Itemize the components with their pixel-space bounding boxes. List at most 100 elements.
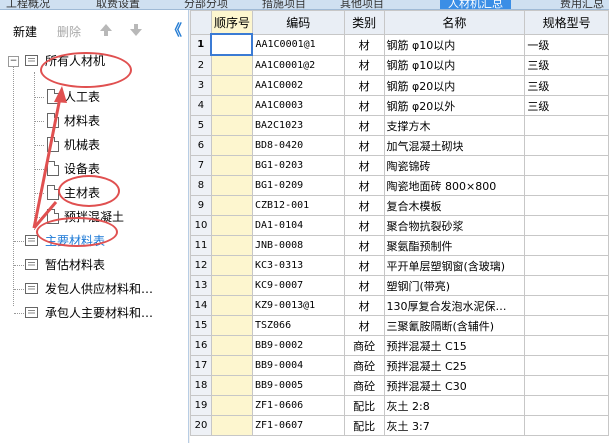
table-row[interactable]: 15 TSZ066 材三聚氰胺隔断(含辅件)	[190, 315, 609, 336]
table-row[interactable]: 5 BA2C1023 材支撑方木	[190, 115, 609, 136]
seq-number-cell[interactable]	[210, 355, 253, 376]
name-cell[interactable]: 平开单层塑钢窗(含玻璃)	[383, 255, 526, 276]
category-cell[interactable]: 材	[343, 235, 385, 256]
name-cell[interactable]: 钢筋 φ20以内	[383, 75, 526, 96]
name-cell[interactable]: 三聚氰胺隔断(含辅件)	[383, 315, 526, 336]
tab-cost-summary[interactable]: 费用汇总	[560, 0, 604, 9]
category-cell[interactable]: 材	[343, 75, 385, 96]
spec-header[interactable]: 规格型号	[524, 10, 609, 35]
code-cell[interactable]: BG1-0209	[251, 175, 345, 196]
name-cell[interactable]: 钢筋 φ10以内	[383, 33, 526, 56]
seq-number-cell[interactable]	[210, 315, 253, 336]
seq-number-cell[interactable]	[210, 95, 253, 116]
table-row[interactable]: 11 JNB-0008 材聚氨酯预制件	[190, 235, 609, 256]
code-cell[interactable]: ZF1-0606	[251, 395, 345, 416]
table-row[interactable]: 3 AA1C0002 材钢筋 φ20以内 三级	[190, 75, 609, 96]
category-cell[interactable]: 配比	[343, 415, 385, 436]
category-cell[interactable]: 材	[343, 155, 385, 176]
code-cell[interactable]: AA1C0001@2	[251, 54, 345, 76]
category-cell[interactable]: 材	[343, 315, 385, 336]
code-cell[interactable]: AA1C0003	[251, 95, 345, 116]
seq-number-cell[interactable]	[210, 115, 253, 136]
name-cell[interactable]: 钢筋 φ20以外	[383, 95, 526, 116]
name-cell[interactable]: 聚合物抗裂砂浆	[383, 215, 526, 236]
spec-cell[interactable]	[524, 275, 609, 296]
category-cell[interactable]: 材	[343, 54, 385, 76]
seq-number-cell[interactable]	[210, 235, 253, 256]
spec-cell[interactable]	[524, 335, 609, 356]
spec-cell[interactable]	[524, 415, 609, 436]
spec-cell[interactable]	[524, 395, 609, 416]
category-cell[interactable]: 材	[343, 295, 385, 316]
spec-cell[interactable]: 一级	[524, 33, 609, 56]
seq-number-cell[interactable]	[210, 375, 253, 396]
code-cell[interactable]: BB9-0004	[251, 355, 345, 376]
table-row[interactable]: 9 CZB12-001 材复合木模板	[190, 195, 609, 216]
seq-number-cell[interactable]	[210, 155, 253, 176]
code-cell[interactable]: JNB-0008	[251, 235, 345, 256]
table-row[interactable]: 4 AA1C0003 材钢筋 φ20以外 三级	[190, 95, 609, 116]
code-cell[interactable]: ZF1-0607	[251, 415, 345, 436]
category-header[interactable]: 类别	[343, 10, 385, 35]
table-row[interactable]: 10 DA1-0104 材聚合物抗裂砂浆	[190, 215, 609, 236]
spec-cell[interactable]: 三级	[524, 75, 609, 96]
name-cell[interactable]: 预拌混凝土 C30	[383, 375, 526, 396]
spec-cell[interactable]	[524, 215, 609, 236]
seq-number-cell[interactable]	[210, 33, 254, 56]
category-cell[interactable]: 材	[343, 275, 385, 296]
name-cell[interactable]: 灰土 2:8	[383, 395, 526, 416]
code-header[interactable]: 编码	[251, 10, 345, 35]
tab-measures[interactable]: 措施项目	[262, 0, 306, 9]
spec-cell[interactable]	[524, 355, 609, 376]
table-row[interactable]: 12 KC3-0313 材平开单层塑钢窗(含玻璃)	[190, 255, 609, 276]
seq-number-cell[interactable]	[210, 335, 253, 356]
name-cell[interactable]: 聚氨酯预制件	[383, 235, 526, 256]
code-cell[interactable]: KC9-0007	[251, 275, 345, 296]
seq-number-cell[interactable]	[210, 175, 253, 196]
code-cell[interactable]: KC3-0313	[251, 255, 345, 276]
seq-number-cell[interactable]	[210, 415, 253, 436]
category-cell[interactable]: 材	[343, 215, 385, 236]
name-header[interactable]: 名称	[383, 10, 526, 35]
code-cell[interactable]: BB9-0005	[251, 375, 345, 396]
seq-number-cell[interactable]	[210, 54, 253, 76]
code-cell[interactable]: AA1C0002	[251, 75, 345, 96]
seq-number-cell[interactable]	[210, 275, 253, 296]
code-cell[interactable]: KZ9-0013@1	[251, 295, 345, 316]
seq-number-cell[interactable]	[210, 255, 253, 276]
table-row[interactable]: 1 AA1C0001@1 材钢筋 φ10以内 一级	[190, 33, 609, 56]
category-cell[interactable]: 配比	[343, 395, 385, 416]
tab-fee-settings[interactable]: 取费设置	[96, 0, 140, 9]
table-row[interactable]: 7 BG1-0203 材陶瓷锦砖	[190, 155, 609, 176]
name-cell[interactable]: 钢筋 φ10以内	[383, 54, 526, 76]
table-row[interactable]: 16 BB9-0002 商砼 预拌混凝土 C15	[190, 335, 609, 356]
name-cell[interactable]: 130厚复合发泡水泥保…	[383, 295, 526, 316]
code-cell[interactable]: TSZ066	[251, 315, 345, 336]
tab-sections[interactable]: 分部分项	[184, 0, 228, 9]
table-row[interactable]: 8 BG1-0209 材陶瓷地面砖 800×800	[190, 175, 609, 196]
seq-number-cell[interactable]	[210, 75, 253, 96]
name-cell[interactable]: 预拌混凝土 C25	[383, 355, 526, 376]
seq-number-cell[interactable]	[210, 395, 253, 416]
category-cell[interactable]: 材	[343, 255, 385, 276]
seq-number-header[interactable]: 顺序号	[210, 10, 253, 35]
table-row[interactable]: 14 KZ9-0013@1 材 130厚复合发泡水泥保…	[190, 295, 609, 316]
spec-cell[interactable]: 三级	[524, 95, 609, 116]
tab-other-items[interactable]: 其他项目	[340, 0, 384, 9]
table-row[interactable]: 2 AA1C0001@2 材钢筋 φ10以内 三级	[190, 54, 609, 76]
spec-cell[interactable]	[524, 375, 609, 396]
category-cell[interactable]: 商砼	[343, 335, 385, 356]
name-cell[interactable]: 加气混凝土砌块	[383, 135, 526, 156]
name-cell[interactable]: 预拌混凝土 C15	[383, 335, 526, 356]
code-cell[interactable]: DA1-0104	[251, 215, 345, 236]
name-cell[interactable]: 塑钢门(带亮)	[383, 275, 526, 296]
category-cell[interactable]: 商砼	[343, 355, 385, 376]
table-row[interactable]: 6 BD8-0420 材加气混凝土砌块	[190, 135, 609, 156]
seq-number-cell[interactable]	[210, 215, 253, 236]
spec-cell[interactable]	[524, 295, 609, 316]
spec-cell[interactable]	[524, 235, 609, 256]
category-cell[interactable]: 材	[343, 195, 385, 216]
spec-cell[interactable]	[524, 155, 609, 176]
name-cell[interactable]: 支撑方木	[383, 115, 526, 136]
table-row[interactable]: 17 BB9-0004 商砼 预拌混凝土 C25	[190, 355, 609, 376]
